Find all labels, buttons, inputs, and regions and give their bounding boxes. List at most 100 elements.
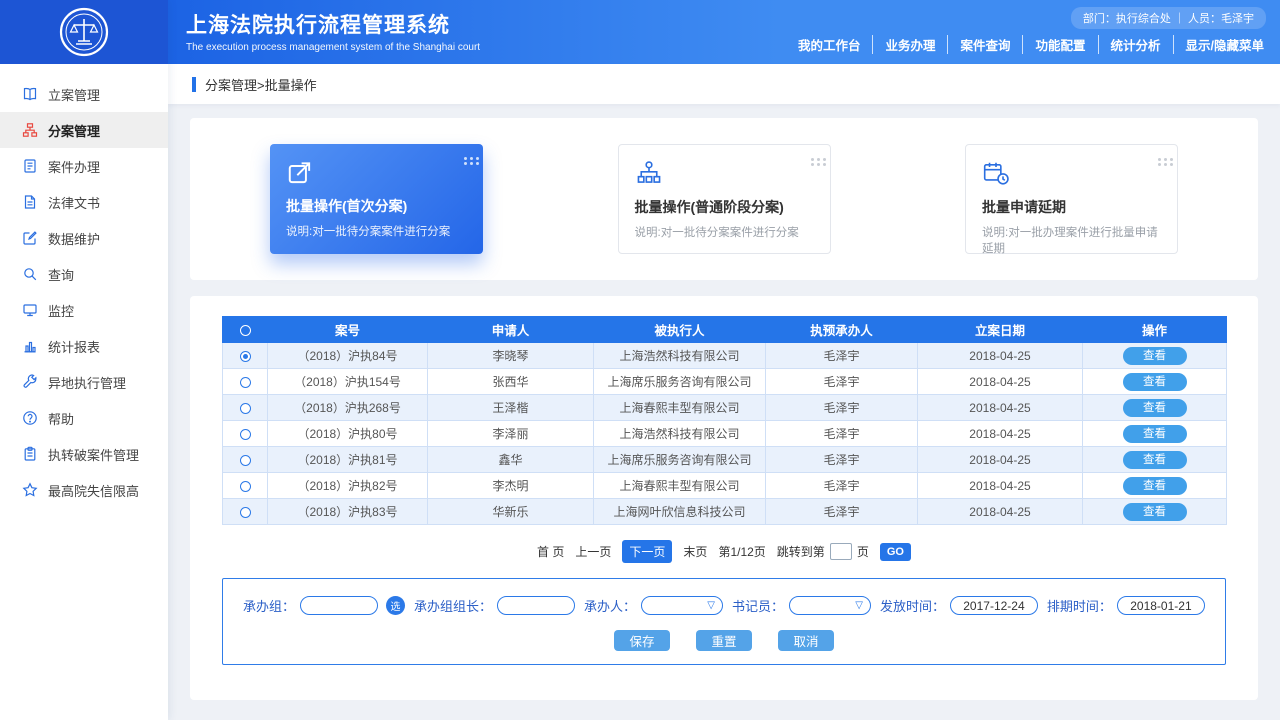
sidebar-item-label: 立案管理	[48, 85, 100, 104]
nav-my-workbench[interactable]: 我的工作台	[786, 35, 874, 54]
handling-group-input[interactable]	[300, 596, 378, 615]
sidebar-item-remote-execution[interactable]: 异地执行管理	[0, 364, 168, 400]
nav-business-handling[interactable]: 业务办理	[873, 35, 948, 54]
filing-date-cell: 2018-04-25	[918, 421, 1083, 447]
applicant-cell: 李泽丽	[428, 421, 594, 447]
prev-page-link[interactable]: 上一页	[575, 543, 611, 560]
view-button[interactable]: 查看	[1123, 425, 1187, 443]
sidebar-item-label: 数据维护	[48, 229, 100, 248]
row-radio[interactable]	[240, 429, 251, 440]
edit-pencil-icon	[22, 230, 38, 246]
applicant-cell: 李晓琴	[428, 343, 594, 369]
card-batch-normal-assignment[interactable]: 批量操作(普通阶段分案) 说明:对一批待分案案件进行分案	[618, 144, 831, 254]
form-fields-row: 承办组： 选 承办组组长： 承办人： ▽ 书	[243, 596, 1205, 615]
row-select-cell	[223, 343, 268, 369]
actions-cell: 查看	[1083, 421, 1227, 447]
case-number-cell: （2018）沪执84号	[268, 343, 428, 369]
clerk-label: 书记员：	[732, 596, 784, 615]
view-button[interactable]: 查看	[1123, 347, 1187, 365]
card-title: 批量操作(首次分案)	[286, 196, 467, 216]
card-batch-first-assignment[interactable]: 批量操作(首次分案) 说明:对一批待分案案件进行分案	[270, 144, 483, 254]
schedule-date-picker[interactable]: 2018-01-21	[1117, 596, 1205, 615]
sidebar-item-label: 监控	[48, 301, 74, 320]
row-radio[interactable]	[240, 455, 251, 466]
group-leader-input[interactable]	[497, 596, 575, 615]
reset-button[interactable]: 重置	[696, 630, 752, 651]
more-dots-icon	[811, 158, 814, 161]
row-radio[interactable]	[240, 403, 251, 414]
question-icon	[22, 410, 38, 426]
sidebar-item-case-handling[interactable]: 案件办理	[0, 148, 168, 184]
monitor-icon	[22, 302, 38, 318]
field-issue-date: 发放时间： 2017-12-24	[880, 596, 1038, 615]
view-button[interactable]: 查看	[1123, 451, 1187, 469]
row-select-cell	[223, 421, 268, 447]
row-select-cell	[223, 473, 268, 499]
row-radio[interactable]	[240, 507, 251, 518]
book-icon	[22, 86, 38, 102]
view-button[interactable]: 查看	[1123, 399, 1187, 417]
sidebar-item-bankruptcy-transfer[interactable]: 执转破案件管理	[0, 436, 168, 472]
nav-toggle-menu[interactable]: 显示/隐藏菜单	[1174, 35, 1266, 54]
handler-cell: 毛泽宇	[766, 343, 918, 369]
sidebar-item-monitoring[interactable]: 监控	[0, 292, 168, 328]
nav-case-query[interactable]: 案件查询	[948, 35, 1023, 54]
respondent-cell: 上海浩然科技有限公司	[594, 421, 766, 447]
field-clerk: 书记员： ▽	[732, 596, 871, 615]
actions-cell: 查看	[1083, 447, 1227, 473]
operation-cards-panel: 批量操作(首次分案) 说明:对一批待分案案件进行分案 批量操作(普通阶段分案) …	[190, 118, 1258, 280]
card-batch-extension-request[interactable]: 批量申请延期 说明:对一批办理案件进行批量申请延期	[965, 144, 1178, 254]
go-button[interactable]: GO	[880, 543, 911, 561]
card-icon-wrap	[982, 158, 1161, 188]
card-icon-wrap	[635, 158, 814, 188]
case-number-cell: （2018）沪执268号	[268, 395, 428, 421]
sidebar-item-label: 查询	[48, 265, 74, 284]
sidebar-item-case-assignment[interactable]: 分案管理	[0, 112, 168, 148]
sidebar-item-statistics-report[interactable]: 统计报表	[0, 328, 168, 364]
clerk-select[interactable]: ▽	[789, 596, 871, 615]
col-respondent: 被执行人	[594, 317, 766, 343]
view-button[interactable]: 查看	[1123, 503, 1187, 521]
actions-cell: 查看	[1083, 395, 1227, 421]
sidebar-item-label: 帮助	[48, 409, 74, 428]
document-lines-icon	[22, 158, 38, 174]
next-page-button[interactable]: 下一页	[622, 540, 672, 563]
select-all-radio[interactable]	[240, 325, 251, 336]
handler-cell: 毛泽宇	[766, 473, 918, 499]
sidebar-item-legal-documents[interactable]: 法律文书	[0, 184, 168, 220]
group-select-button[interactable]: 选	[386, 596, 405, 615]
table-row: （2018）沪执268号 王泽楷 上海春熙丰型有限公司 毛泽宇 2018-04-…	[223, 395, 1227, 421]
handler-select[interactable]: ▽	[641, 596, 723, 615]
page-jump-input[interactable]	[830, 543, 852, 560]
case-number-cell: （2018）沪执80号	[268, 421, 428, 447]
sidebar-item-case-filing[interactable]: 立案管理	[0, 76, 168, 112]
row-radio[interactable]	[240, 377, 251, 388]
nav-statistics[interactable]: 统计分析	[1099, 35, 1174, 54]
handling-group-label: 承办组：	[243, 596, 295, 615]
sidebar-item-query[interactable]: 查询	[0, 256, 168, 292]
nav-function-config[interactable]: 功能配置	[1023, 35, 1098, 54]
last-page-link[interactable]: 末页	[683, 543, 707, 560]
respondent-cell: 上海网叶欣信息科技公司	[594, 499, 766, 525]
sidebar-item-dishonesty-restriction[interactable]: 最高院失信限高	[0, 472, 168, 508]
sidebar-item-label: 执转破案件管理	[48, 445, 139, 464]
header-right: 部门：执行综合处 ｜ 人员：毛泽宇 我的工作台 业务办理 案件查询 功能配置 统…	[786, 0, 1266, 64]
table-row: （2018）沪执84号 李晓琴 上海浩然科技有限公司 毛泽宇 2018-04-2…	[223, 343, 1227, 369]
issue-date-picker[interactable]: 2017-12-24	[950, 596, 1038, 615]
sidebar-item-help[interactable]: 帮助	[0, 400, 168, 436]
row-radio[interactable]	[240, 481, 251, 492]
field-handling-group: 承办组： 选	[243, 596, 405, 615]
cancel-button[interactable]: 取消	[778, 630, 834, 651]
view-button[interactable]: 查看	[1123, 373, 1187, 391]
form-actions: 保存 重置 取消	[243, 630, 1205, 651]
field-handler: 承办人： ▽	[584, 596, 723, 615]
pagination: 首 页 上一页 下一页 末页 第1/12页 跳转到第 页 GO	[222, 540, 1226, 563]
col-applicant: 申请人	[428, 317, 594, 343]
row-radio[interactable]	[240, 351, 251, 362]
star-icon	[22, 482, 38, 498]
sidebar-item-data-maintenance[interactable]: 数据维护	[0, 220, 168, 256]
view-button[interactable]: 查看	[1123, 477, 1187, 495]
save-button[interactable]: 保存	[614, 630, 670, 651]
handler-cell: 毛泽宇	[766, 395, 918, 421]
first-page-link[interactable]: 首 页	[537, 543, 564, 560]
